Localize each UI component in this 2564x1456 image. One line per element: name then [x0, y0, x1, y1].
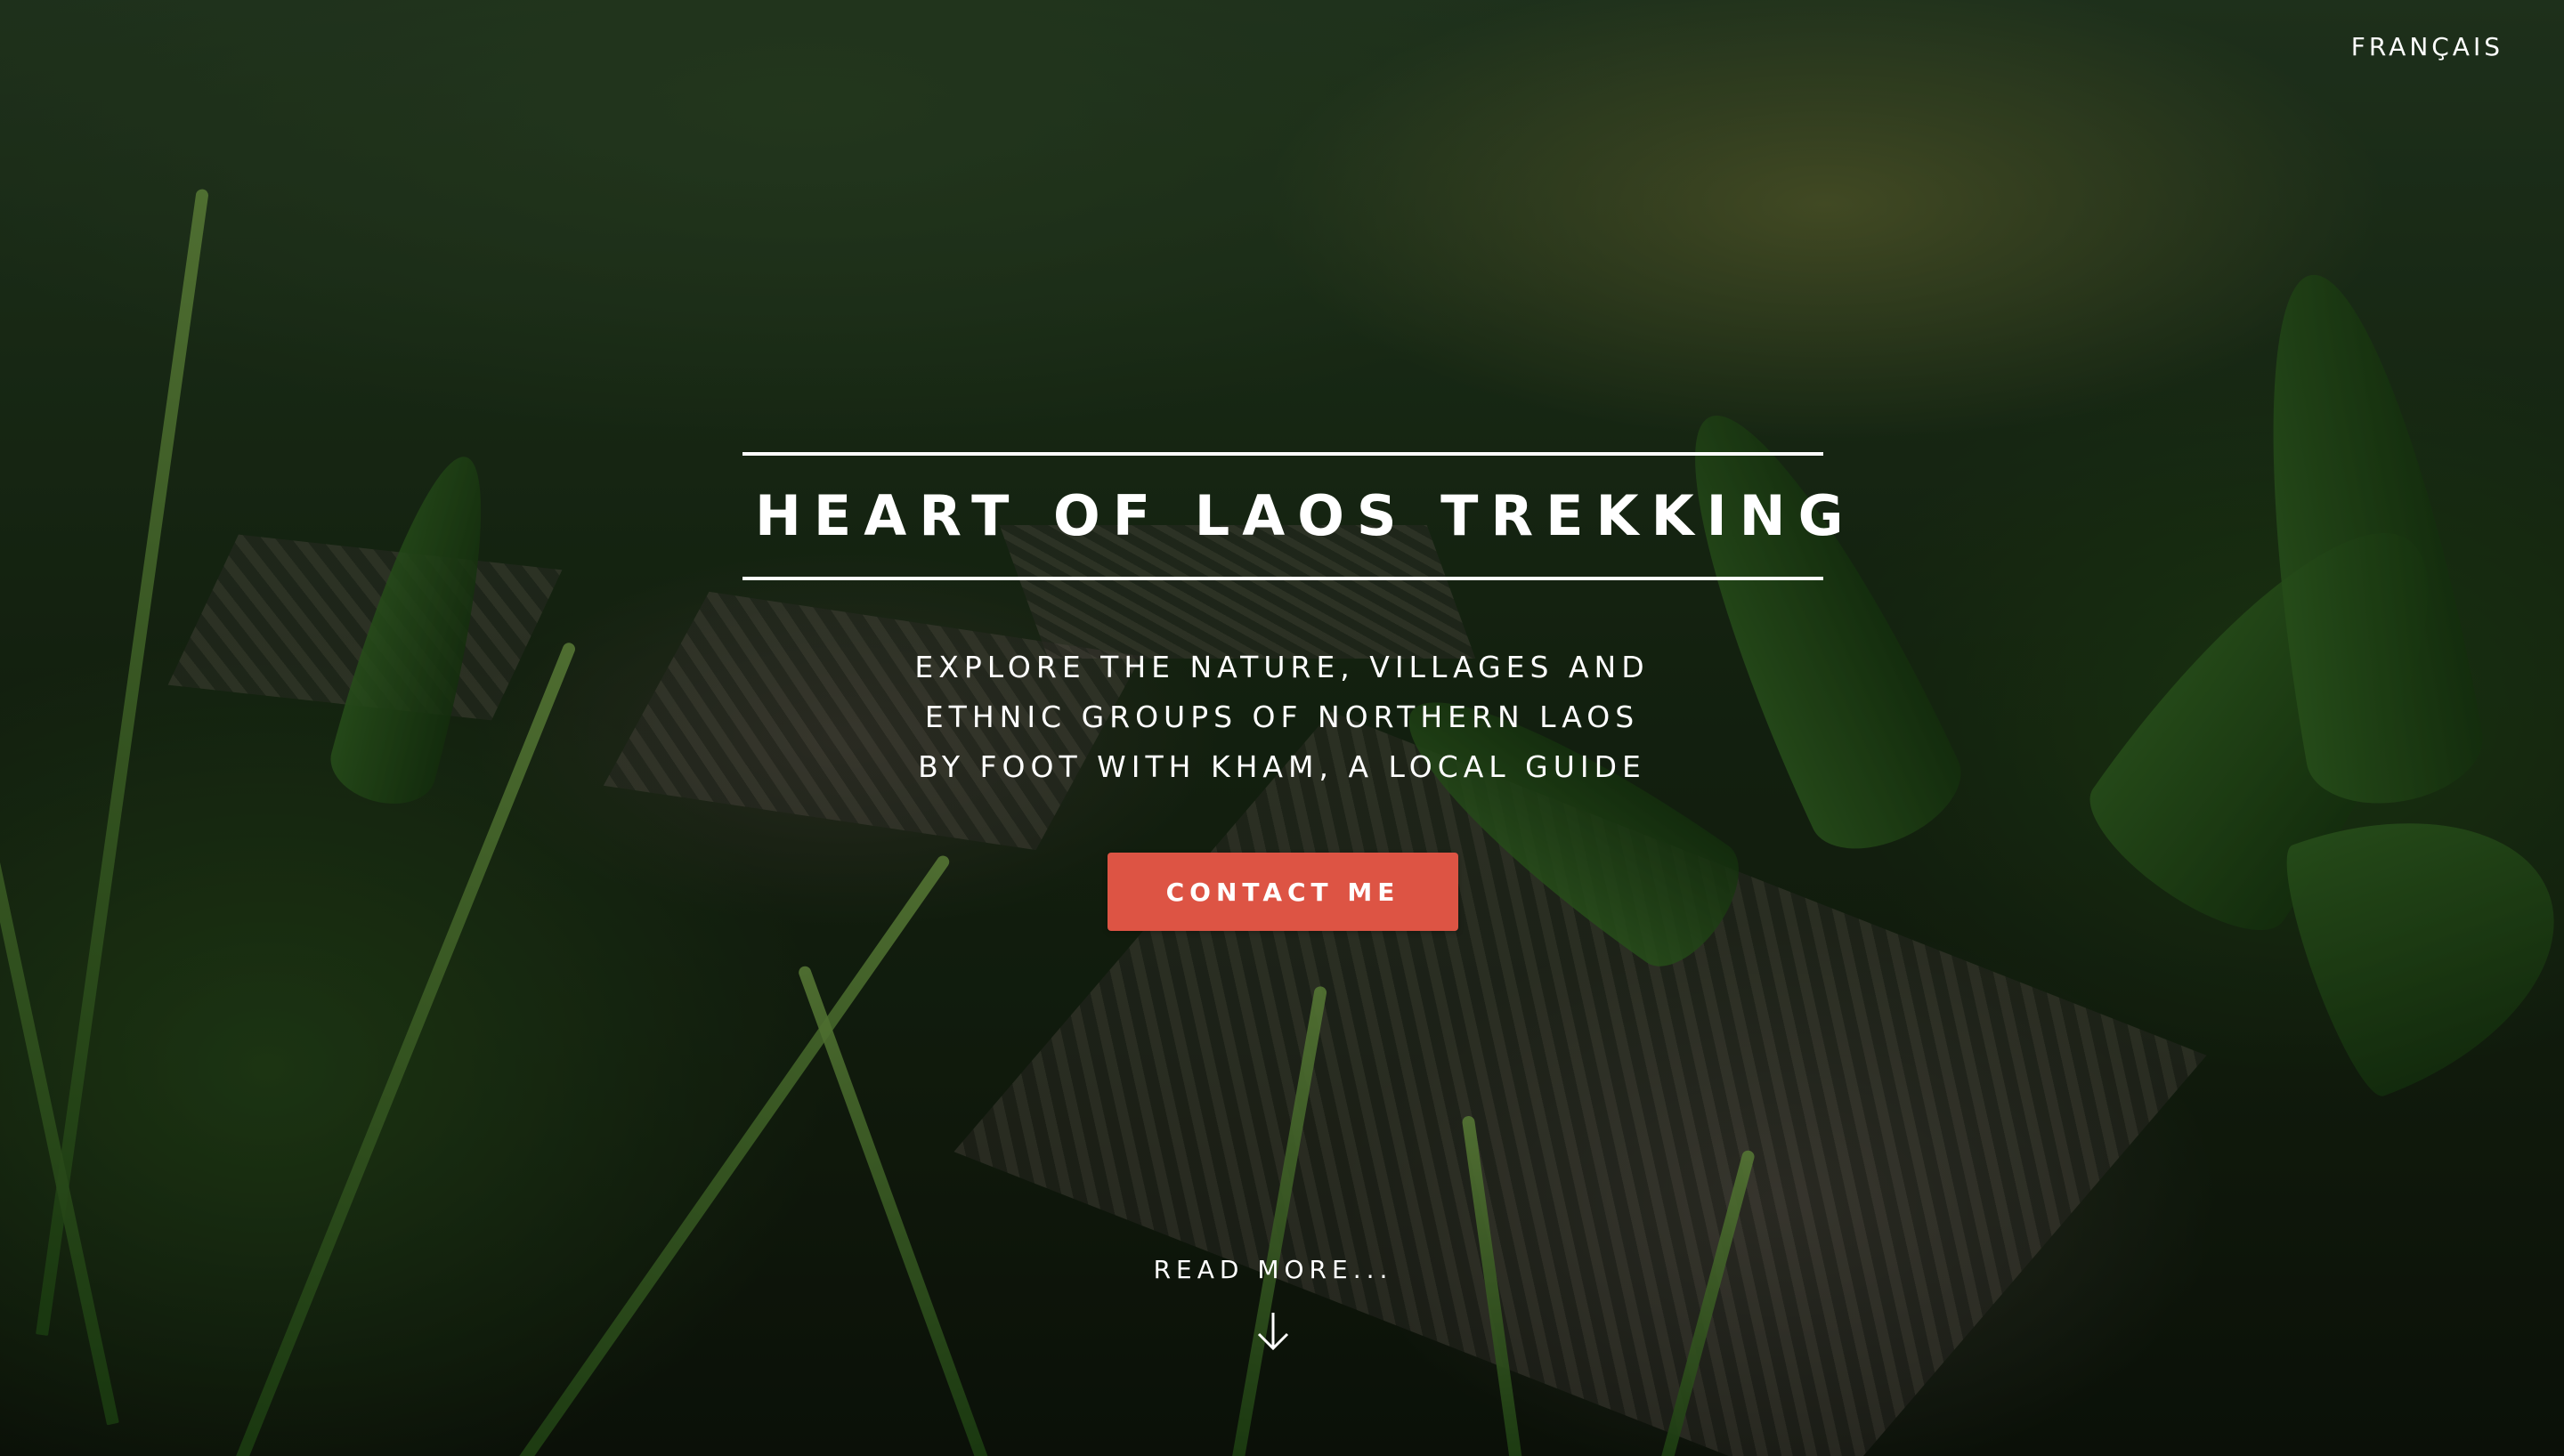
- subtitle-line: ETHNIC GROUPS OF NORTHERN LAOS: [924, 700, 1640, 734]
- subtitle-line: EXPLORE THE NATURE, VILLAGES AND: [914, 650, 1650, 684]
- contact-me-button[interactable]: CONTACT ME: [1108, 853, 1458, 931]
- read-more-label: READ MORE...: [1153, 1255, 1393, 1284]
- language-switch-link[interactable]: FRANÇAIS: [2351, 32, 2503, 61]
- hero-subtitle: EXPLORE THE NATURE, VILLAGES AND ETHNIC …: [748, 643, 1816, 792]
- hero-section: FRANÇAIS HEART OF LAOS TREKKING EXPLORE …: [0, 0, 2564, 1456]
- page-title: HEART OF LAOS TREKKING: [755, 483, 1856, 548]
- arrow-down-icon: [1257, 1313, 1289, 1351]
- subtitle-line: BY FOOT WITH KHAM, A LOCAL GUIDE: [918, 749, 1646, 784]
- read-more-link[interactable]: READ MORE...: [1015, 1255, 1531, 1354]
- title-block: HEART OF LAOS TREKKING: [742, 452, 1856, 580]
- title-bottom-rule: [742, 577, 1823, 580]
